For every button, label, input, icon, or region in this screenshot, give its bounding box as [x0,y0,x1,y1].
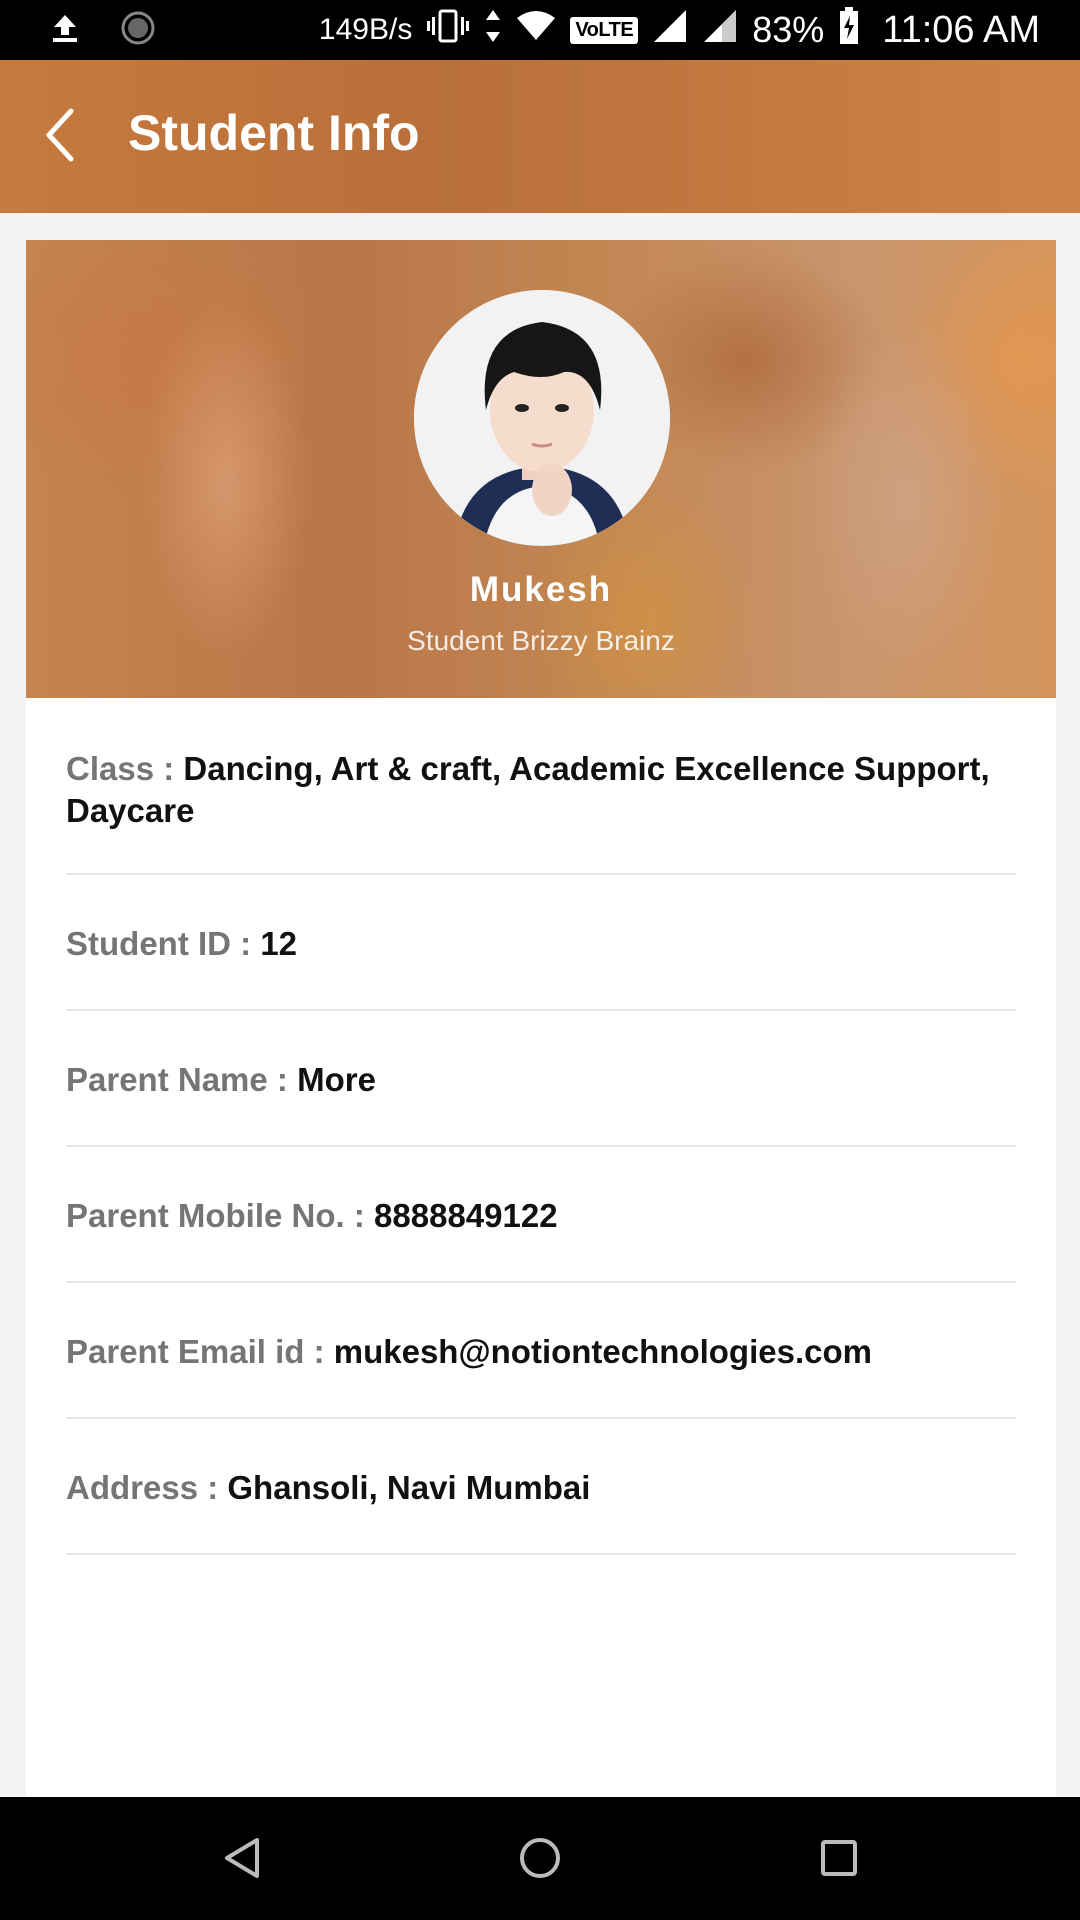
nav-back-button[interactable] [206,1825,276,1895]
class-value: Dancing, Art & craft, Academic Excellenc… [66,750,990,829]
triangle-back-icon [221,1836,261,1885]
info-row-parent-mobile: Parent Mobile No. : 8888849122 [66,1147,1016,1283]
avatar [414,290,670,546]
net-speed: 149B/s [318,13,413,46]
status-bar: 149B/s VoLTE 83% 11:06 AM [0,0,1080,60]
wifi-icon [516,10,556,51]
parent-name-value: More [297,1061,376,1098]
student-name: Mukesh [469,570,613,609]
square-recents-icon [819,1838,859,1883]
address-label: Address : [66,1469,219,1506]
nav-recents-button[interactable] [804,1825,874,1895]
battery-charging-icon [838,6,860,54]
info-row-parent-email: Parent Email id : mukesh@notiontechnolog… [66,1283,1016,1419]
student-id-label: Student ID : [66,925,252,962]
upload-icon [48,11,82,50]
profile-header: Mukesh Student Brizzy Brainz [26,240,1056,698]
navigation-bar [0,1797,1080,1920]
circle-home-icon [518,1836,562,1885]
status-clock: 11:06 AM [882,8,1040,51]
signal-2-icon [702,8,738,53]
info-row-student-id: Student ID : 12 [66,875,1016,1011]
info-row-class: Class : Dancing, Art & craft, Academic E… [66,698,1016,875]
volte-badge: VoLTE [570,16,639,44]
battery-percent: 83% [752,9,825,50]
student-subtitle: Student Brizzy Brainz [407,625,675,656]
parent-email-label: Parent Email id : [66,1333,325,1370]
student-id-value: 12 [260,925,298,962]
signal-icon [652,8,688,53]
page-title: Student Info [128,105,420,161]
sync-icon [120,10,156,51]
back-button[interactable] [26,100,96,174]
info-row-parent-name: Parent Name : More [66,1011,1016,1147]
student-card: Mukesh Student Brizzy Brainz Class : Dan… [26,240,1056,1800]
nav-home-button[interactable] [505,1825,575,1895]
info-row-address: Address : Ghansoli, Navi Mumbai [66,1419,1016,1555]
data-arrows-icon [484,8,502,53]
address-value: Ghansoli, Navi Mumbai [227,1469,591,1506]
parent-name-label: Parent Name : [66,1061,288,1098]
parent-mobile-value: 8888849122 [374,1197,558,1234]
class-label: Class : [66,750,175,787]
vibrate-icon [426,8,470,53]
info-list: Class : Dancing, Art & craft, Academic E… [26,698,1056,1555]
parent-mobile-label: Parent Mobile No. : [66,1197,365,1234]
app-bar: Student Info [0,60,1080,213]
chevron-left-icon [41,107,81,168]
parent-email-value: mukesh@notiontechnologies.com [333,1333,872,1370]
